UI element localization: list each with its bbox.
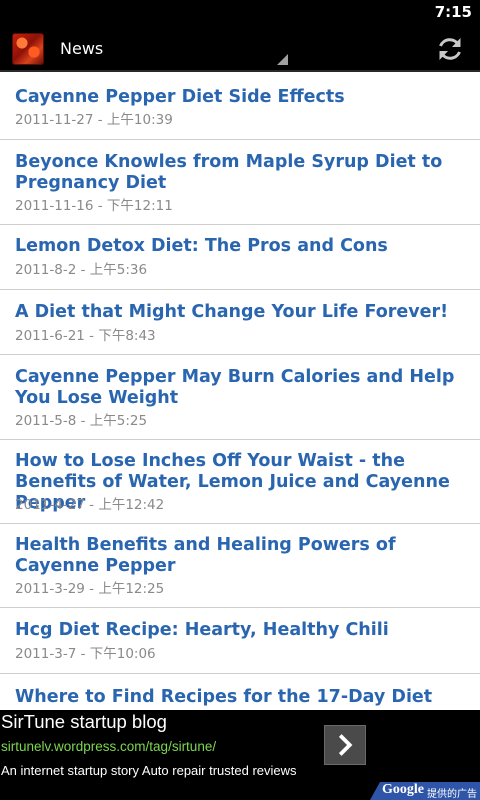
news-item-title[interactable]: Lemon Detox Diet: The Pros and Cons (15, 236, 465, 257)
ad-title[interactable]: SirTune startup blog (1, 711, 167, 733)
news-item[interactable]: How to Lose Inches Off Your Waist - the … (0, 440, 480, 524)
ad-provided-label: 提供的广告 (427, 789, 477, 800)
news-item-date: 2011-4-27 - 上午12:42 (15, 497, 165, 513)
news-list[interactable]: Cayenne Pepper Diet Side Effects 2011-11… (0, 74, 480, 710)
news-item-date: 2011-3-29 - 上午12:25 (15, 581, 165, 597)
ad-url[interactable]: sirtunelv.wordpress.com/tag/sirtune/ (1, 739, 216, 754)
news-item-title[interactable]: Where to Find Recipes for the 17-Day Die… (15, 687, 465, 708)
news-item[interactable]: Cayenne Pepper Diet Side Effects 2011-11… (0, 74, 480, 140)
status-bar: 7:15 (0, 0, 480, 25)
ad-attribution: Google 提供的广告 (370, 782, 480, 800)
action-bar: News (0, 25, 480, 72)
news-item[interactable]: Where to Find Recipes for the 17-Day Die… (0, 674, 480, 710)
news-item-date: 2011-3-7 - 下午10:06 (15, 646, 156, 662)
news-item[interactable]: Health Benefits and Healing Powers of Ca… (0, 524, 480, 608)
news-item-title[interactable]: Cayenne Pepper May Burn Calories and Hel… (15, 367, 465, 409)
ad-description: An internet startup story Auto repair tr… (1, 763, 297, 778)
news-item-title[interactable]: Health Benefits and Healing Powers of Ca… (15, 535, 465, 577)
news-item-date: 2011-11-27 - 上午10:39 (15, 112, 173, 128)
news-item[interactable]: Beyonce Knowles from Maple Syrup Diet to… (0, 140, 480, 225)
news-item-title[interactable]: A Diet that Might Change Your Life Forev… (15, 302, 465, 323)
news-item[interactable]: Cayenne Pepper May Burn Calories and Hel… (0, 355, 480, 440)
news-item-title[interactable]: Beyonce Knowles from Maple Syrup Diet to… (15, 152, 465, 194)
news-item-date: 2011-5-8 - 上午5:25 (15, 413, 148, 429)
google-logo: Google (382, 782, 424, 797)
news-item-title[interactable]: Cayenne Pepper Diet Side Effects (15, 87, 465, 108)
ad-banner[interactable]: SirTune startup blog sirtunelv.wordpress… (0, 710, 480, 800)
news-item[interactable]: Hcg Diet Recipe: Hearty, Healthy Chili 2… (0, 608, 480, 674)
refresh-icon[interactable] (436, 35, 464, 63)
dropdown-indicator-icon[interactable] (277, 54, 288, 65)
status-time: 7:15 (434, 3, 472, 21)
chevron-right-icon[interactable] (324, 725, 366, 765)
news-item-date: 2011-6-21 - 下午8:43 (15, 328, 156, 344)
news-item[interactable]: Lemon Detox Diet: The Pros and Cons 2011… (0, 225, 480, 290)
cayenne-pepper-icon[interactable] (12, 33, 44, 65)
action-bar-title[interactable]: News (60, 39, 103, 58)
news-item[interactable]: A Diet that Might Change Your Life Forev… (0, 290, 480, 355)
news-item-date: 2011-11-16 - 下午12:11 (15, 198, 173, 214)
news-item-title[interactable]: Hcg Diet Recipe: Hearty, Healthy Chili (15, 620, 465, 641)
news-item-date: 2011-8-2 - 上午5:36 (15, 262, 148, 278)
